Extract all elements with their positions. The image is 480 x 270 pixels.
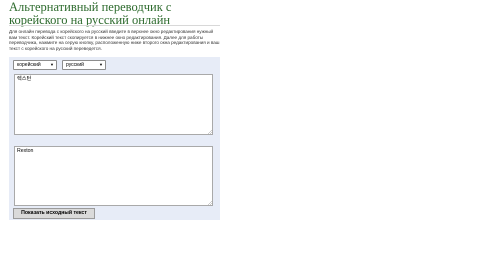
chevron-down-icon: ▼ [50, 62, 54, 67]
translator-panel: корейский ▼ русский ▼ 렉스턴 Rexton Показат… [9, 57, 220, 220]
translation-text-area[interactable]: Rexton [14, 146, 213, 206]
title-divider [9, 25, 220, 26]
page-description: Для онлайн перевода с корейского на русс… [9, 29, 220, 51]
source-text-value: 렉스턴 [17, 76, 32, 82]
resize-grip-icon[interactable] [208, 130, 212, 134]
page-title: Альтернативный переводчик с корейского н… [9, 0, 172, 27]
source-language-select[interactable]: корейский ▼ [13, 60, 57, 70]
source-text-area[interactable]: 렉스턴 [14, 74, 213, 135]
translation-text-value: Rexton [17, 148, 34, 154]
target-language-value: русский [66, 62, 84, 68]
resize-grip-icon[interactable] [208, 201, 212, 205]
target-language-select[interactable]: русский ▼ [62, 60, 106, 70]
show-source-button[interactable]: Показать исходный текст [13, 208, 95, 219]
page: Альтернативный переводчик с корейского н… [0, 0, 480, 270]
chevron-down-icon: ▼ [99, 62, 103, 67]
source-language-value: корейский [17, 62, 41, 68]
